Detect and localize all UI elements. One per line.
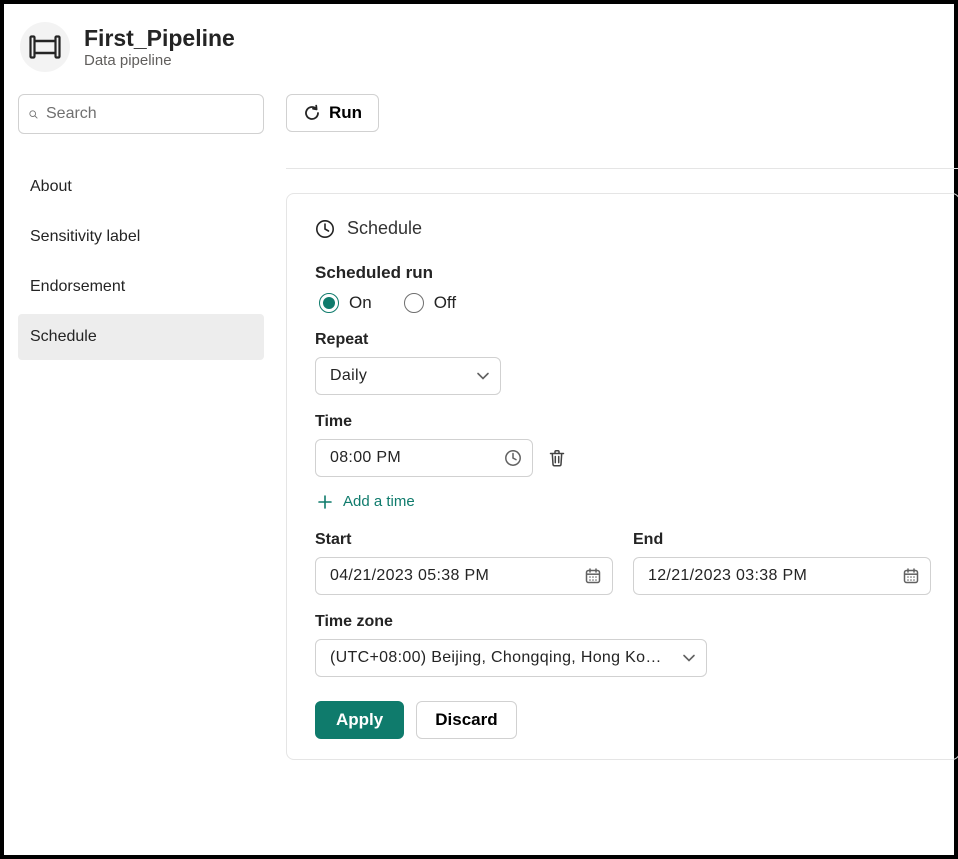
- radio-dot-icon: [404, 293, 424, 313]
- search-box[interactable]: [18, 94, 264, 134]
- time-value: 08:00 PM: [330, 449, 401, 467]
- chevron-down-icon: [476, 369, 490, 383]
- page-title: First_Pipeline: [84, 25, 235, 53]
- page-subtitle: Data pipeline: [84, 52, 235, 69]
- plus-icon: [317, 494, 333, 510]
- repeat-label: Repeat: [315, 331, 931, 349]
- calendar-icon: [902, 567, 920, 585]
- end-value: 12/21/2023 03:38 PM: [648, 567, 807, 585]
- apply-button[interactable]: Apply: [315, 701, 404, 739]
- divider: [286, 168, 958, 169]
- time-field[interactable]: 08:00 PM: [315, 439, 533, 477]
- scheduled-run-label: Scheduled run: [315, 263, 931, 283]
- repeat-value: Daily: [330, 367, 367, 385]
- trash-icon: [547, 448, 567, 468]
- clock-icon: [315, 219, 335, 239]
- end-datetime-field[interactable]: 12/21/2023 03:38 PM: [633, 557, 931, 595]
- schedule-panel: Schedule Scheduled run On Off Repeat Dai…: [286, 193, 958, 760]
- add-time-label: Add a time: [343, 493, 415, 510]
- discard-button-label: Discard: [435, 710, 497, 729]
- sidebar-item-label: Sensitivity label: [30, 228, 140, 246]
- sidebar-item-schedule[interactable]: Schedule: [18, 314, 264, 360]
- timezone-label: Time zone: [315, 613, 931, 631]
- sidebar-item-endorsement[interactable]: Endorsement: [18, 264, 264, 310]
- run-button-label: Run: [329, 103, 362, 123]
- chevron-down-icon: [682, 651, 696, 665]
- sidebar-item-label: Endorsement: [30, 278, 125, 296]
- main-content: Run Schedule Scheduled run On: [286, 94, 958, 845]
- time-label: Time: [315, 413, 931, 431]
- radio-off-label: Off: [434, 293, 456, 313]
- sidebar-item-label: About: [30, 178, 72, 196]
- search-icon: [29, 106, 38, 123]
- sidebar-item-label: Schedule: [30, 328, 97, 346]
- pipeline-icon: [20, 22, 70, 72]
- discard-button[interactable]: Discard: [416, 701, 516, 739]
- radio-on[interactable]: On: [319, 293, 372, 313]
- clock-icon: [504, 449, 522, 467]
- radio-on-label: On: [349, 293, 372, 313]
- panel-heading: Schedule: [347, 218, 422, 239]
- sidebar-item-about[interactable]: About: [18, 164, 264, 210]
- radio-dot-icon: [319, 293, 339, 313]
- delete-time-button[interactable]: [547, 448, 567, 468]
- start-value: 04/21/2023 05:38 PM: [330, 567, 489, 585]
- sidebar: About Sensitivity label Endorsement Sche…: [18, 94, 264, 845]
- timezone-value: (UTC+08:00) Beijing, Chongqing, Hong Kon…: [330, 649, 670, 667]
- start-datetime-field[interactable]: 04/21/2023 05:38 PM: [315, 557, 613, 595]
- add-time-button[interactable]: Add a time: [315, 493, 415, 510]
- sidebar-item-sensitivity-label[interactable]: Sensitivity label: [18, 214, 264, 260]
- start-label: Start: [315, 531, 613, 549]
- run-button[interactable]: Run: [286, 94, 379, 132]
- end-label: End: [633, 531, 931, 549]
- refresh-icon: [303, 104, 321, 122]
- timezone-select[interactable]: (UTC+08:00) Beijing, Chongqing, Hong Kon…: [315, 639, 707, 677]
- search-input[interactable]: [46, 105, 253, 123]
- radio-off[interactable]: Off: [404, 293, 456, 313]
- repeat-select[interactable]: Daily: [315, 357, 501, 395]
- page-header: First_Pipeline Data pipeline: [18, 22, 944, 72]
- calendar-icon: [584, 567, 602, 585]
- apply-button-label: Apply: [336, 710, 383, 729]
